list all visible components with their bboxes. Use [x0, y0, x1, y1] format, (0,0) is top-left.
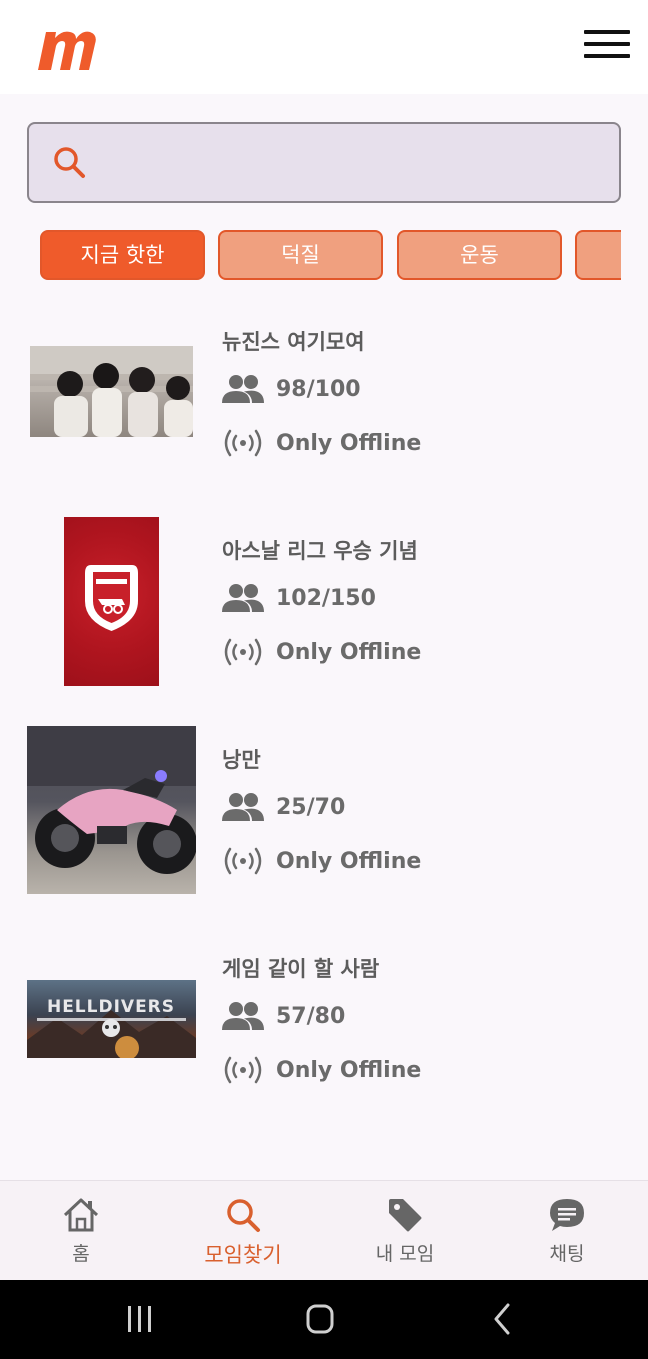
group-thumbnail [27, 726, 196, 894]
member-count-text: 57/80 [276, 1003, 346, 1029]
nav-chat-label: 채팅 [549, 1243, 585, 1265]
people-icon [222, 1002, 264, 1030]
chip-hot[interactable]: 지금 핫한 [40, 230, 205, 280]
meeting-mode-text: Only Offline [276, 430, 422, 456]
nav-home-label: 홈 [72, 1243, 90, 1265]
search-icon [54, 147, 85, 178]
nav-find-groups[interactable]: 모임찾기 [162, 1181, 324, 1281]
system-navigation-bar [0, 1280, 648, 1359]
meeting-mode: Only Offline [222, 1053, 421, 1087]
broadcast-icon [224, 847, 262, 875]
member-count: 57/80 [222, 999, 345, 1033]
group-title: 뉴진스 여기모여 [222, 330, 365, 354]
member-count-text: 25/70 [276, 794, 346, 820]
chip-exercise[interactable]: 운동 [397, 230, 562, 280]
m-logo-icon[interactable] [32, 24, 96, 72]
group-card[interactable]: HELLDIVERS 게임 같이 할 사람 57/80 Only Offline [0, 943, 648, 1143]
chat-icon [550, 1199, 584, 1231]
search-input[interactable] [105, 134, 605, 192]
chip-fandom[interactable]: 덕질 [218, 230, 383, 280]
nav-my-groups-label: 내 모임 [375, 1243, 435, 1265]
member-count: 102/150 [222, 581, 376, 615]
back-icon[interactable] [482, 1302, 522, 1336]
member-count-text: 102/150 [276, 585, 376, 611]
recent-apps-icon[interactable] [120, 1302, 160, 1336]
group-thumbnail: HELLDIVERS [27, 980, 196, 1058]
nav-my-groups[interactable]: 내 모임 [324, 1181, 486, 1281]
broadcast-icon [224, 638, 262, 666]
helldivers-logo-text: HELLDIVERS [47, 997, 175, 1017]
member-count: 98/100 [222, 372, 361, 406]
broadcast-icon [224, 429, 262, 457]
nav-home[interactable]: 홈 [0, 1181, 162, 1281]
bottom-navigation: 홈 모임찾기 내 모임 채팅 [0, 1180, 648, 1280]
group-card[interactable]: 낭만 25/70 Only Offline [0, 726, 648, 934]
group-title: 아스날 리그 우승 기념 [222, 539, 418, 563]
tag-icon [389, 1199, 422, 1232]
people-icon [222, 793, 264, 821]
home-button-icon[interactable] [300, 1302, 340, 1336]
nav-find-groups-label: 모임찾기 [204, 1243, 282, 1267]
category-chips: 지금 핫한 덕질 운동 b [40, 230, 621, 282]
member-count: 25/70 [222, 790, 345, 824]
people-icon [222, 375, 264, 403]
meeting-mode: Only Offline [222, 426, 421, 460]
home-icon [63, 1198, 99, 1232]
chip-more[interactable]: b [575, 230, 621, 280]
search-icon [227, 1199, 260, 1232]
meeting-mode-text: Only Offline [276, 848, 422, 874]
search-bar[interactable] [27, 122, 621, 203]
group-thumbnail [64, 517, 159, 686]
meeting-mode-text: Only Offline [276, 639, 422, 665]
app-header [0, 0, 648, 94]
meeting-mode: Only Offline [222, 635, 421, 669]
group-card[interactable]: 아스날 리그 우승 기념 102/150 Only Offline [0, 517, 648, 725]
group-title: 낭만 [222, 748, 261, 772]
group-title: 게임 같이 할 사람 [222, 957, 380, 981]
group-thumbnail [30, 346, 193, 437]
meeting-mode-text: Only Offline [276, 1057, 422, 1083]
group-card[interactable]: 뉴진스 여기모여 98/100 Only Offline [0, 316, 648, 516]
people-icon [222, 584, 264, 612]
hamburger-icon[interactable] [584, 30, 630, 66]
nav-chat[interactable]: 채팅 [486, 1181, 648, 1281]
meeting-mode: Only Offline [222, 844, 421, 878]
broadcast-icon [224, 1056, 262, 1084]
member-count-text: 98/100 [276, 376, 361, 402]
